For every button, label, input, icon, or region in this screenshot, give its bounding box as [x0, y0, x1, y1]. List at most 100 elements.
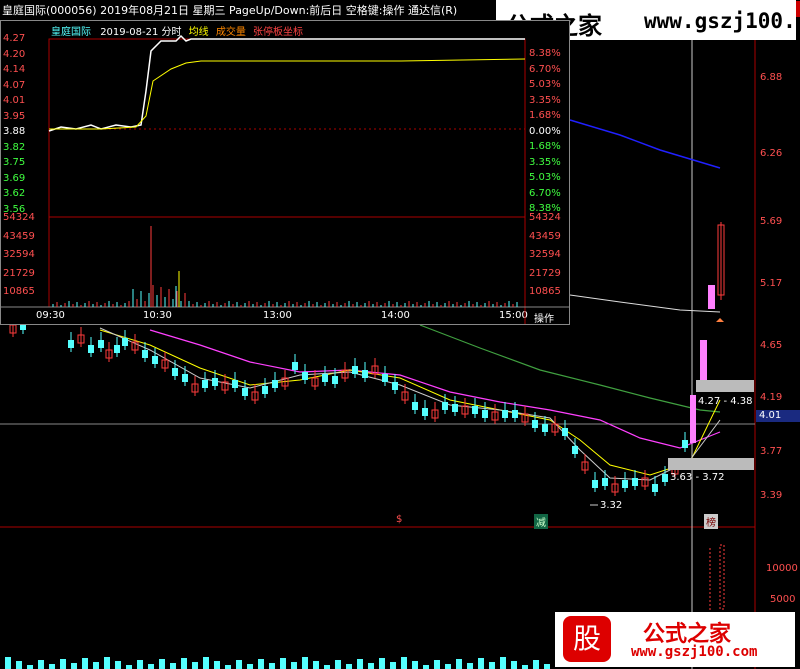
volume-bar [335, 660, 341, 669]
axis-price-7: 3.39 [760, 490, 783, 501]
volume-bar [313, 661, 319, 669]
candle-body [362, 370, 368, 378]
candle-body [242, 388, 248, 396]
axis-price-5: 4.19 [760, 392, 783, 403]
volume-bar [258, 659, 264, 669]
candle-body [412, 402, 418, 410]
vol-bar-big [719, 544, 725, 610]
volume-bar [302, 657, 308, 669]
volume-bar [27, 665, 33, 669]
candle-body [172, 368, 178, 376]
intraday-avg-line [49, 58, 526, 130]
volume-bar [170, 663, 176, 669]
candle-body [592, 480, 598, 488]
volume-bar [104, 657, 110, 669]
candle-big-1 [708, 285, 715, 309]
marker-buy: 榜 [704, 514, 718, 529]
candle-body [602, 478, 608, 486]
ma-yellow-line [99, 329, 721, 476]
axis-price-0: 6.88 [760, 72, 783, 83]
candle-body [482, 410, 488, 418]
intraday-price-line [48, 34, 525, 132]
volume-bar [357, 659, 363, 669]
volume-bar [225, 665, 231, 669]
volume-bar [115, 661, 121, 669]
candle-body [232, 380, 238, 388]
candle-body [262, 386, 268, 394]
volume-bar [533, 660, 539, 669]
volume-bar [60, 659, 66, 669]
vol-axis-5000: 5000 [770, 594, 796, 605]
volume-bar [71, 663, 77, 669]
volume-bar [192, 662, 198, 669]
volume-bar [280, 658, 286, 669]
candle-body [202, 380, 208, 388]
range-box-lower [668, 458, 754, 470]
candle-body [542, 424, 548, 432]
volume-bar [159, 659, 165, 669]
volume-bar [467, 663, 473, 669]
candle-big-3 [700, 340, 707, 380]
volume-bar [445, 664, 451, 669]
volume-bar [181, 658, 187, 669]
candle-body [212, 378, 218, 386]
candle-body [652, 484, 658, 492]
volume-bar [346, 664, 352, 669]
axis-price-3: 5.17 [760, 278, 783, 289]
intraday-popup[interactable]: 皇庭国际 2019-08-21 分时 均线 成交量 张停板坐标 4.27 4.20… [0, 20, 570, 325]
current-price-tag: 4.01 [756, 410, 800, 422]
volume-bar [489, 662, 495, 669]
candle-body [68, 340, 74, 348]
candle-body [322, 374, 328, 382]
volume-bar [126, 665, 132, 669]
popup-intraday-chart [1, 34, 569, 324]
range-label-lower: 3.63 - 3.72 [670, 472, 725, 483]
candle-body [272, 380, 278, 388]
candle-body [682, 440, 688, 448]
volume-bar [5, 657, 11, 669]
volume-bar [324, 665, 330, 669]
watermark-bottom-url: www.gszj100.com [631, 644, 758, 660]
candle-body [152, 356, 158, 364]
candle-body [622, 480, 628, 488]
candle-body [142, 350, 148, 358]
candle-body [352, 366, 358, 374]
range-label-upper: 4.27 - 4.38 [698, 396, 753, 407]
candle-body [502, 410, 508, 418]
volume-bar [379, 658, 385, 669]
candle-body [662, 474, 668, 482]
arrow-marker [716, 318, 724, 322]
candle-body [182, 374, 188, 382]
volume-bar [247, 664, 253, 669]
candle-body [292, 362, 298, 370]
volume-bars [5, 657, 550, 669]
volume-bar [478, 658, 484, 669]
candle-body [114, 345, 120, 353]
candle-body [422, 408, 428, 416]
volume-bar [368, 663, 374, 669]
volume-bar [511, 661, 517, 669]
volume-bar [544, 664, 550, 669]
watermark-logo-icon: 股 [563, 616, 611, 662]
ma-white2-line [99, 327, 721, 481]
volume-bar [434, 660, 440, 669]
volume-bar [390, 662, 396, 669]
volume-bar [16, 661, 22, 669]
volume-bar [500, 657, 506, 669]
volume-bar [236, 660, 242, 669]
candle-body [98, 340, 104, 348]
axis-price-4: 4.65 [760, 340, 783, 351]
candle-body [562, 428, 568, 436]
volume-bar [137, 660, 143, 669]
title-text: 皇庭国际(000056) 2019年08月21日 星期三 PageUp/Down… [2, 4, 458, 17]
candle-body [122, 338, 128, 346]
volume-bar [148, 664, 154, 669]
candle-body [532, 420, 538, 428]
volume-bar [49, 664, 55, 669]
candle-body [332, 376, 338, 384]
volume-bar [269, 663, 275, 669]
volume-bar [38, 660, 44, 669]
volume-bar [423, 665, 429, 669]
candle-body [442, 402, 448, 410]
axis-price-1: 6.26 [760, 148, 783, 159]
